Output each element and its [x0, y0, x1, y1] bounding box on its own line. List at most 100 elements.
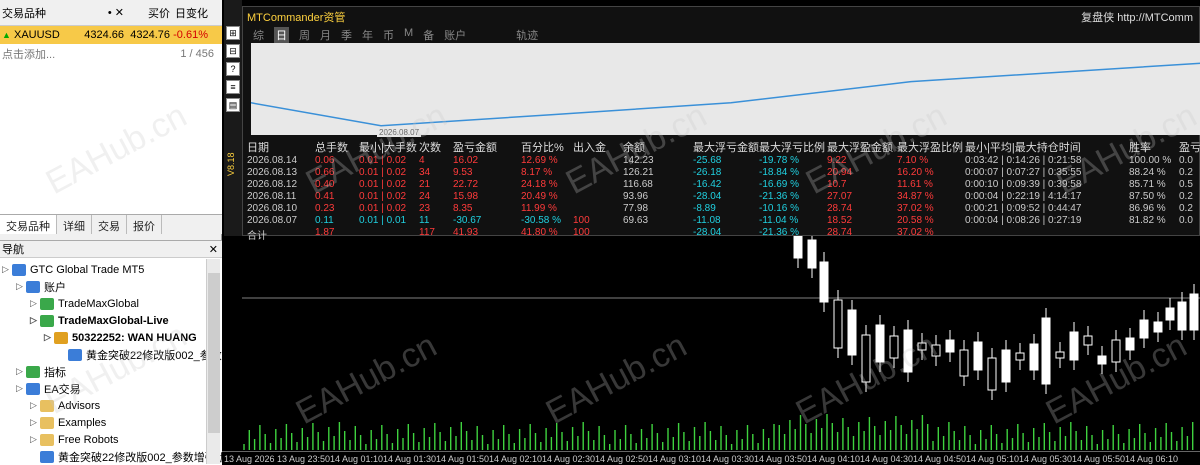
- col-change[interactable]: 日变化: [170, 5, 216, 21]
- mtc-tab[interactable]: 备: [423, 27, 434, 43]
- brand-url: http://MTComm: [1117, 12, 1193, 24]
- nav-item[interactable]: ▷ GTC Global Trade MT5: [2, 261, 144, 278]
- column-header: 出入金: [573, 142, 606, 154]
- tab-trading[interactable]: 交易: [92, 215, 127, 234]
- table-row[interactable]: 2026.08.11 0.41 0.01 | 0.02 24 15.98 20.49 % 9…: [243, 191, 1200, 203]
- nav-item[interactable]: ▷ 50322252: WAN HUANG: [44, 329, 197, 346]
- nav-item[interactable]: ▷ 账户: [16, 278, 66, 295]
- time-tick-label: 14 Aug 02:10: [489, 454, 543, 464]
- candle-body: [819, 261, 829, 303]
- mtc-tab[interactable]: 币: [383, 27, 394, 43]
- table-cell: 81.82 %: [1129, 215, 1166, 226]
- candle-body: [1165, 307, 1175, 321]
- table-row[interactable]: 合计 1.87 117 41.93 41.80 % 100 -28.04 -21.36 % 28…: [243, 227, 1200, 242]
- table-cell: 24: [419, 191, 431, 202]
- toolbar-button-1[interactable]: ⊞: [226, 26, 240, 40]
- help-icon[interactable]: ?: [226, 62, 240, 76]
- table-cell: 93.96: [623, 191, 649, 202]
- expand-arrow-icon[interactable]: ▷: [30, 400, 40, 411]
- table-row[interactable]: 2026.08.14 0.06 0.01 | 0.02 4 16.02 12.69 % 14…: [243, 155, 1200, 167]
- time-tick-label: 14 Aug 02:30: [542, 454, 596, 464]
- symbol-name: ▲ XAUUSD: [0, 29, 78, 41]
- nav-item-label: Advisors: [58, 399, 101, 412]
- nav-item-label: EA交易: [44, 383, 81, 396]
- table-row[interactable]: 2026.08.10 0.23 0.01 | 0.02 23 8.35 11.99 % 77…: [243, 203, 1200, 215]
- table-cell: -26.18: [693, 167, 722, 178]
- equity-curve-svg: [250, 62, 1200, 127]
- mtc-tab[interactable]: M: [404, 27, 413, 43]
- tab-symbols[interactable]: 交易品种: [0, 215, 57, 234]
- mtc-tab[interactable]: 轨迹: [516, 27, 538, 43]
- table-cell: 12.69 %: [521, 155, 558, 166]
- toolbar-button-2[interactable]: ⊟: [226, 44, 240, 58]
- col-symbol[interactable]: 交易品种: [0, 5, 78, 21]
- table-row[interactable]: 2026.08.12 0.40 0.01 | 0.02 21 22.72 24.18 % 1…: [243, 179, 1200, 191]
- mtc-tab[interactable]: 综: [253, 27, 264, 43]
- candle-body: [1177, 301, 1187, 331]
- candle-body: [1015, 352, 1025, 361]
- nav-item[interactable]: ▷ EA交易: [16, 380, 81, 397]
- time-tick-label: 14 Aug 01:30: [383, 454, 437, 464]
- col-bid[interactable]: • ✕: [78, 6, 124, 19]
- toolbar-button-4[interactable]: ≡: [226, 80, 240, 94]
- table-cell: 0.2: [1179, 203, 1193, 214]
- mtc-tab[interactable]: 季: [341, 27, 352, 43]
- nav-item[interactable]: ▷ TradeMaxGlobal: [30, 295, 139, 312]
- expand-arrow-icon[interactable]: ▷: [30, 417, 40, 428]
- expand-arrow-icon[interactable]: ▷: [30, 298, 40, 309]
- table-cell: -25.68: [693, 155, 722, 166]
- table-cell: -16.42: [693, 179, 722, 190]
- table-cell: 0.2: [1179, 191, 1193, 202]
- nav-item[interactable]: ▷ 指标: [16, 363, 66, 380]
- expand-arrow-icon[interactable]: ▷: [16, 281, 26, 292]
- time-tick-label: 13 Aug 2026: [224, 454, 275, 464]
- table-row[interactable]: 2026.08.13 0.66 0.01 | 0.02 34 9.53 8.17 % 126…: [243, 167, 1200, 179]
- mtc-tab[interactable]: 年: [362, 27, 373, 43]
- mtc-tab[interactable]: 月: [320, 27, 331, 43]
- symbol-row-xauusd[interactable]: ▲ XAUUSD 4324.66 4324.76 -0.61%: [0, 26, 222, 44]
- nav-item[interactable]: 黄金突破22修改版002_参数增强版: [30, 448, 227, 465]
- mtc-tab[interactable]: 周: [299, 27, 310, 43]
- tab-details[interactable]: 详细: [57, 215, 92, 234]
- table-cell: 20.94: [827, 167, 853, 178]
- table-cell: 0:03:42 | 0:14:26 | 0:21:58: [965, 155, 1082, 166]
- close-icon[interactable]: ✕: [209, 243, 218, 256]
- nav-item[interactable]: 黄金突破22修改版002_参数: [58, 346, 222, 363]
- table-cell: 0:00:04 | 0:22:19 | 4:14:17: [965, 191, 1082, 202]
- brand[interactable]: 复盘侠 http://MTComm: [1081, 9, 1193, 25]
- nav-item[interactable]: ▷ TradeMaxGlobal-Live: [30, 312, 169, 329]
- col-ask[interactable]: 买价: [124, 5, 170, 21]
- toolbar-button-5[interactable]: ▤: [226, 98, 240, 112]
- candle-body: [1097, 355, 1107, 365]
- table-row[interactable]: 2026.08.07 0.11 0.01 | 0.01 11 -30.67 -30.58 …: [243, 215, 1200, 227]
- expand-arrow-icon[interactable]: ▷: [30, 315, 40, 326]
- nav-item[interactable]: ▷ Free Robots: [30, 431, 119, 448]
- time-tick-label: 14 Aug 05:50: [1072, 454, 1126, 464]
- time-tick-label: 14 Aug 03:10: [648, 454, 702, 464]
- table-cell: 9.53: [453, 167, 473, 178]
- expand-arrow-icon[interactable]: ▷: [2, 264, 12, 275]
- table-cell: 20.49 %: [521, 191, 558, 202]
- table-cell: 24.18 %: [521, 179, 558, 190]
- tab-ticks[interactable]: 报价: [127, 215, 162, 234]
- expand-arrow-icon[interactable]: ▷: [44, 332, 54, 343]
- table-cell: 34.87 %: [897, 191, 934, 202]
- table-cell: 10.7: [827, 179, 847, 190]
- folder-icon: [40, 416, 54, 429]
- nav-item[interactable]: ▷ Examples: [30, 414, 106, 431]
- navigator-scrollbar[interactable]: [206, 259, 220, 464]
- mtc-tab[interactable]: 日: [274, 27, 289, 43]
- table-cell: 41.93: [453, 227, 479, 238]
- candle-body: [903, 329, 913, 373]
- nav-item[interactable]: ▷ Advisors: [30, 397, 100, 414]
- scrollbar-thumb[interactable]: [208, 273, 220, 433]
- expand-arrow-icon[interactable]: ▷: [16, 383, 26, 394]
- market-watch: 交易品种 • ✕ 买价 日变化 ▲ XAUUSD 4324.66 4324.76…: [0, 0, 222, 232]
- add-symbol-row[interactable]: 点击添加... 1 / 456: [0, 44, 222, 64]
- expand-arrow-icon[interactable]: ▷: [16, 366, 26, 377]
- candle-body: [973, 341, 983, 371]
- time-tick-label: 14 Aug 05:30: [1019, 454, 1073, 464]
- expand-arrow-icon[interactable]: ▷: [30, 434, 40, 445]
- time-tick-label: 14 Aug 02:50: [595, 454, 649, 464]
- mtc-tab[interactable]: 账户: [444, 27, 466, 43]
